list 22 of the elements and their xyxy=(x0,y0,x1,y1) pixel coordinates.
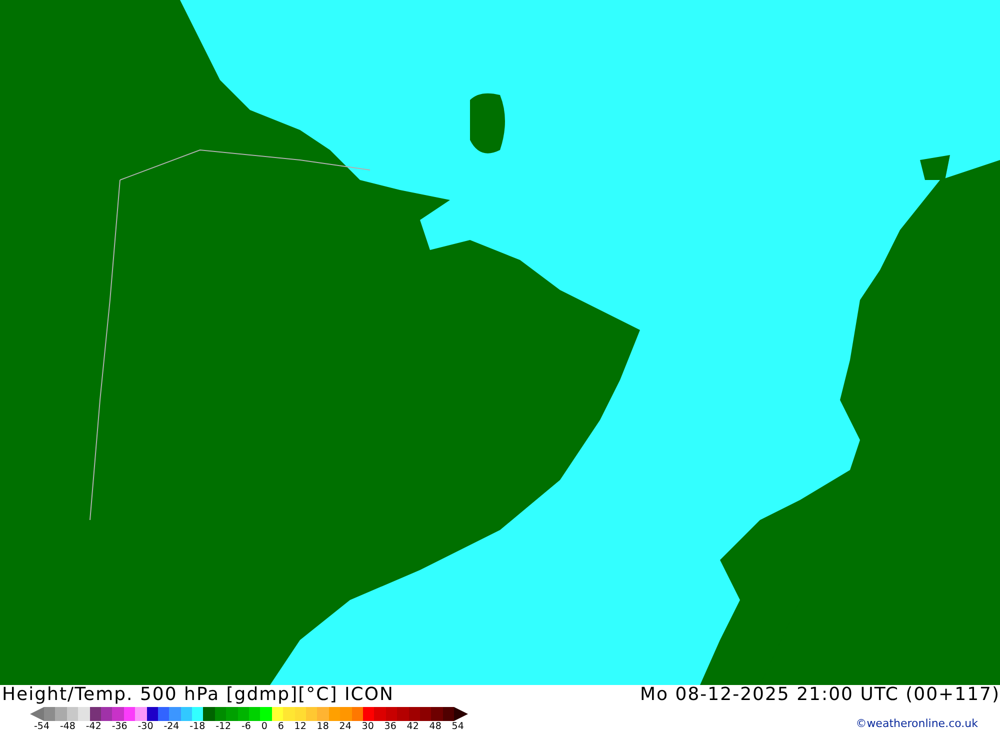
map-title: Height/Temp. 500 hPa [gdmp][°C] ICON xyxy=(2,685,395,705)
forecast-datetime: Mo 08-12-2025 21:00 UTC (00+117) xyxy=(640,685,1000,705)
legend-tick-label: 18 xyxy=(316,721,329,732)
legend-tick-label: 12 xyxy=(294,721,306,732)
legend-tick-label: -30 xyxy=(138,721,154,732)
legend-tick-label: 0 xyxy=(261,721,268,732)
legend-tick-label: -48 xyxy=(60,721,76,732)
legend-tick-label: -42 xyxy=(86,721,102,732)
legend-tick-label: 42 xyxy=(406,721,419,732)
legend-tick-label: -24 xyxy=(164,721,180,732)
legend-tick-label: 48 xyxy=(429,721,442,732)
legend-tick-label: -54 xyxy=(34,721,50,732)
legend-tick-label: 54 xyxy=(452,721,464,732)
legend-tick-label: -18 xyxy=(190,721,206,732)
legend-tick-label: -36 xyxy=(112,721,128,732)
legend-tick-label: -12 xyxy=(216,721,232,732)
legend-tick-label: -6 xyxy=(242,721,251,732)
legend-tick-label: 30 xyxy=(362,721,374,732)
legend-tick-label: 24 xyxy=(339,721,352,732)
legend-tick-label: 6 xyxy=(278,721,284,732)
legend-tick-label: 36 xyxy=(384,721,396,732)
credit-link[interactable]: ©weatheronline.co.uk xyxy=(856,717,978,730)
